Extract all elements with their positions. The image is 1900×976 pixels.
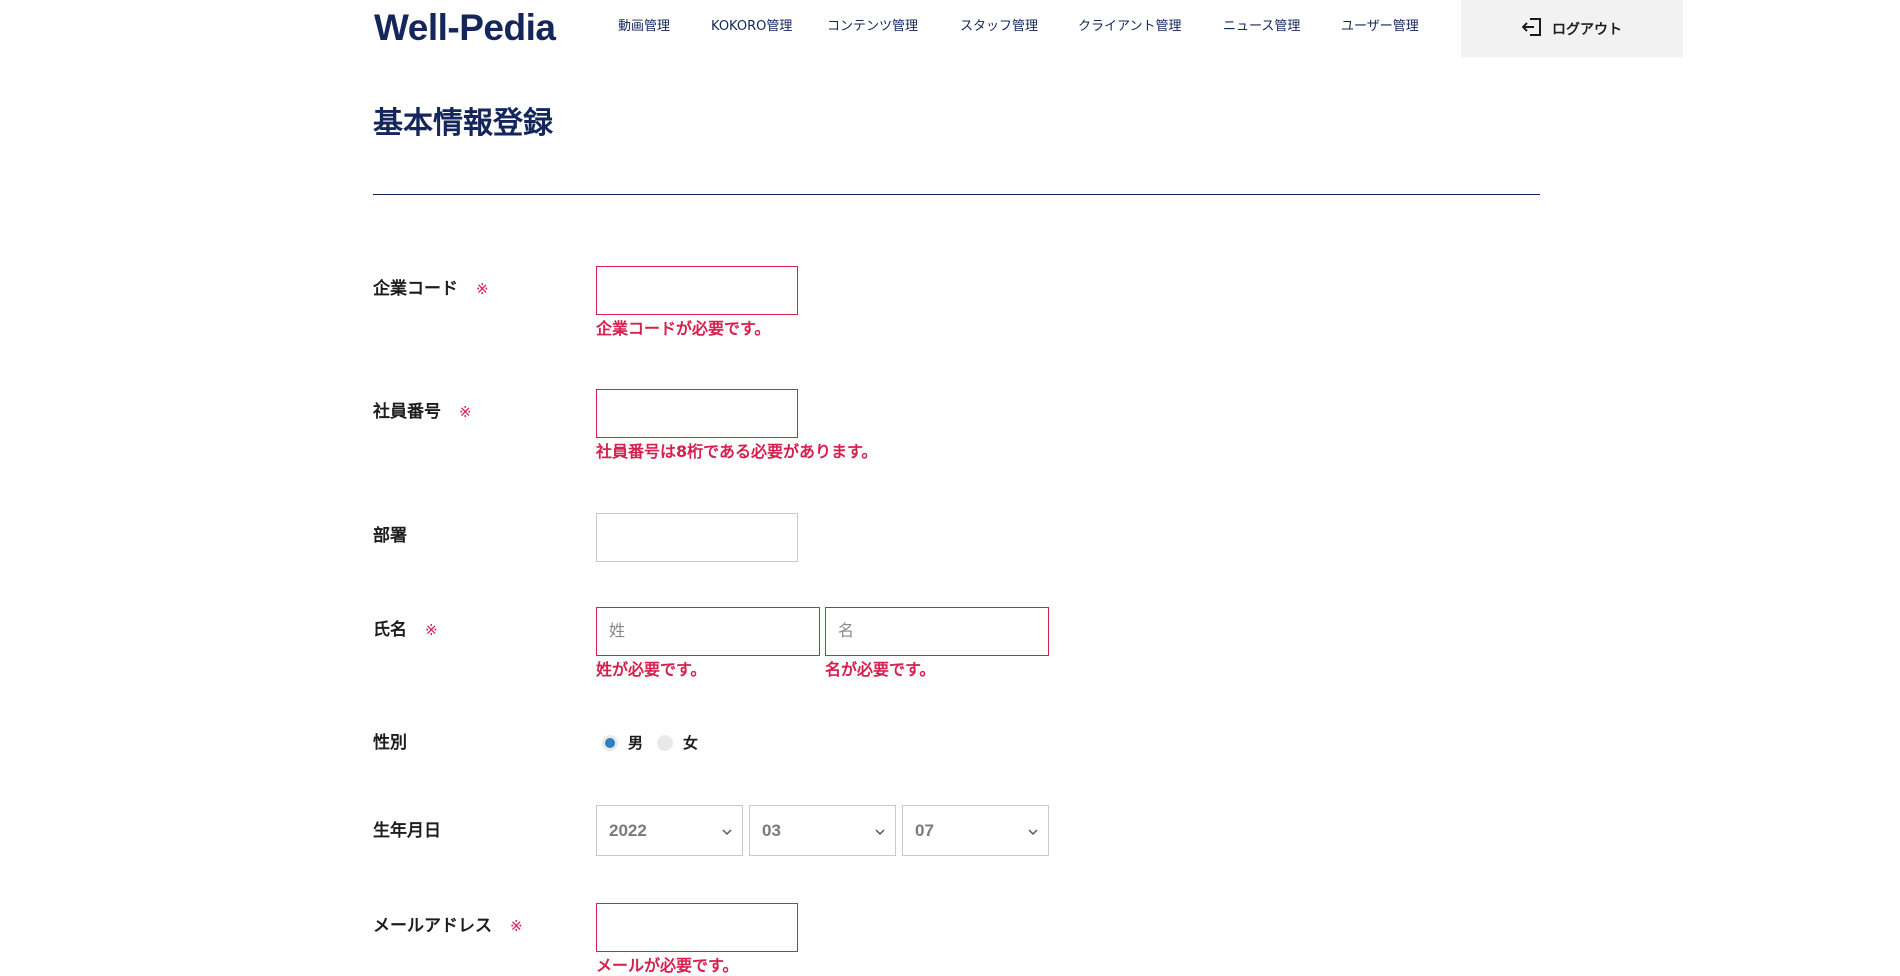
- birth-year-select[interactable]: 2022: [596, 805, 743, 856]
- required-mark: ※: [459, 403, 472, 421]
- logout-label: ログアウト: [1552, 21, 1622, 38]
- name-label: 氏名 ※: [373, 619, 438, 641]
- chevron-down-icon: [875, 821, 885, 840]
- chevron-down-icon: [722, 821, 732, 840]
- company-code-error: 企業コードが必要です。: [596, 319, 771, 338]
- birth-month-select[interactable]: 03: [749, 805, 896, 856]
- last-name-error: 姓が必要です。: [596, 660, 707, 679]
- company-code-label: 企業コード ※: [373, 278, 489, 300]
- employee-number-label: 社員番号 ※: [373, 401, 472, 423]
- nav-item-news[interactable]: ニュース管理: [1223, 19, 1300, 35]
- department-label: 部署: [373, 525, 407, 547]
- gender-radio-male-label: 男: [628, 734, 644, 752]
- nav-item-kokoro[interactable]: KOKORO管理: [711, 19, 792, 35]
- last-name-input[interactable]: [596, 607, 820, 656]
- first-name-error: 名が必要です。: [825, 660, 936, 679]
- email-input[interactable]: [596, 903, 798, 952]
- email-error: メールが必要です。: [596, 956, 739, 975]
- birthday-label: 生年月日: [373, 820, 441, 842]
- birth-year-value: 2022: [609, 820, 647, 840]
- divider: [373, 194, 1540, 195]
- gender-radio-female[interactable]: 女: [657, 732, 698, 753]
- department-input[interactable]: [596, 513, 798, 562]
- gender-radio-female-label: 女: [683, 734, 699, 752]
- gender-label: 性別: [373, 732, 407, 754]
- required-mark: ※: [510, 917, 523, 935]
- page-title: 基本情報登録: [373, 106, 553, 141]
- email-label-text: メールアドレス: [373, 916, 492, 936]
- page: Well-Pedia 動画管理 KOKORO管理 コンテンツ管理 スタッフ管理 …: [0, 0, 1900, 976]
- nav-item-videos[interactable]: 動画管理: [618, 19, 670, 35]
- gender-radio-male[interactable]: 男: [602, 732, 643, 753]
- logo[interactable]: Well-Pedia: [374, 8, 556, 48]
- nav-item-staff[interactable]: スタッフ管理: [960, 19, 1038, 35]
- nav-item-contents[interactable]: コンテンツ管理: [827, 19, 918, 35]
- nav-item-clients[interactable]: クライアント管理: [1078, 19, 1181, 35]
- birth-day-select[interactable]: 07: [902, 805, 1049, 856]
- required-mark: ※: [476, 280, 489, 298]
- chevron-down-icon: [1028, 821, 1038, 840]
- email-label: メールアドレス ※: [373, 915, 523, 937]
- radio-unselected-icon: [657, 734, 673, 751]
- company-code-label-text: 企業コード: [373, 279, 458, 299]
- employee-number-error: 社員番号は8桁である必要があります。: [596, 442, 878, 461]
- gender-label-text: 性別: [373, 733, 407, 753]
- birth-day-value: 07: [915, 820, 934, 840]
- logout-button[interactable]: ログアウト: [1461, 0, 1683, 57]
- radio-selected-icon: [602, 734, 618, 751]
- first-name-input[interactable]: [825, 607, 1049, 656]
- logout-icon: [1521, 17, 1542, 40]
- name-label-text: 氏名: [373, 620, 407, 640]
- employee-number-input[interactable]: [596, 389, 798, 438]
- birthday-label-text: 生年月日: [373, 821, 441, 841]
- employee-number-label-text: 社員番号: [373, 402, 441, 422]
- birth-month-value: 03: [762, 820, 781, 840]
- department-label-text: 部署: [373, 526, 407, 546]
- company-code-input[interactable]: [596, 266, 798, 315]
- required-mark: ※: [425, 621, 438, 639]
- nav-item-users[interactable]: ユーザー管理: [1341, 19, 1419, 35]
